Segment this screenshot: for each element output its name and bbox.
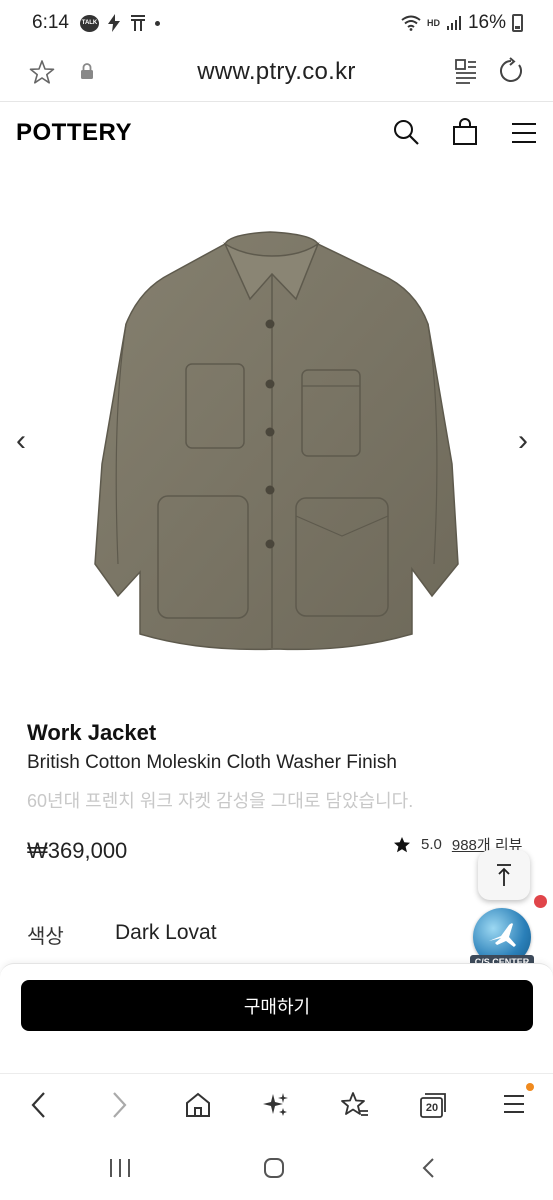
product-name: Work Jacket: [27, 720, 157, 745]
reload-icon[interactable]: [497, 57, 525, 85]
star-icon: [394, 836, 410, 852]
system-back-icon[interactable]: [420, 1157, 438, 1179]
color-option-value[interactable]: Dark Lovat: [115, 921, 217, 945]
status-right: HD 16%: [401, 12, 523, 34]
home-button-icon[interactable]: [263, 1157, 285, 1179]
reader-mode-icon[interactable]: [454, 58, 478, 84]
search-icon[interactable]: [392, 118, 420, 146]
notification-icons: TALK: [80, 14, 160, 32]
signal-icon: [446, 16, 461, 30]
battery-icon: [512, 14, 523, 32]
buy-button[interactable]: 구매하기: [21, 980, 533, 1031]
wifi-icon: [401, 15, 421, 31]
battery-percent: 16%: [467, 12, 506, 33]
browser-bottom-nav: 20: [0, 1073, 553, 1135]
scroll-to-top-button[interactable]: [478, 850, 530, 900]
airplane-icon: [489, 923, 516, 947]
forward-icon[interactable]: [108, 1090, 130, 1120]
product-description: 60년대 프렌치 워크 자켓 감성을 그대로 담았습니다.: [27, 791, 414, 811]
status-time: 6:14: [32, 12, 69, 33]
tabs-count: 20: [425, 1102, 439, 1114]
purchase-sheet: 구매하기: [0, 963, 553, 1073]
site-logo[interactable]: POTTERY: [16, 119, 132, 147]
rating-score: 5.0: [421, 836, 442, 853]
kakaotalk-icon: TALK: [80, 14, 99, 32]
back-icon[interactable]: [28, 1090, 50, 1120]
shopping-bag-icon[interactable]: [452, 118, 478, 146]
browser-menu-icon[interactable]: [502, 1090, 526, 1118]
carousel-prev-arrow[interactable]: ‹: [16, 424, 26, 458]
notification-dot: [534, 895, 547, 908]
system-nav-bar: [0, 1135, 553, 1200]
color-option-label: 색상: [27, 926, 64, 948]
product-subtitle: British Cotton Moleskin Cloth Washer Fin…: [27, 752, 397, 773]
sparkle-icon[interactable]: [262, 1090, 290, 1120]
hd-voice-icon: HD: [426, 17, 440, 28]
arrow-up-icon: [497, 864, 511, 886]
menu-update-dot: [526, 1083, 534, 1091]
home-icon[interactable]: [184, 1090, 212, 1120]
product-price: ₩369,000: [27, 838, 128, 863]
site-header: POTTERY: [0, 102, 553, 164]
product-image[interactable]: [0, 164, 553, 704]
bolt-icon: [108, 14, 120, 32]
carousel-next-arrow[interactable]: ›: [518, 424, 528, 458]
jacket-image: [94, 231, 459, 651]
status-bar: 6:14 TALK HD 16%: [0, 0, 553, 48]
cs-center-button[interactable]: C/S CENTER: [470, 908, 534, 970]
recent-apps-icon[interactable]: [108, 1157, 132, 1179]
tabs-button[interactable]: 20: [418, 1090, 448, 1125]
hamburger-menu-icon[interactable]: [511, 122, 537, 144]
more-notifications-dot: [155, 20, 160, 26]
browser-url-bar: www.ptry.co.kr: [0, 48, 553, 102]
app-t-icon: [131, 15, 145, 31]
bookmarks-icon[interactable]: [340, 1090, 370, 1120]
